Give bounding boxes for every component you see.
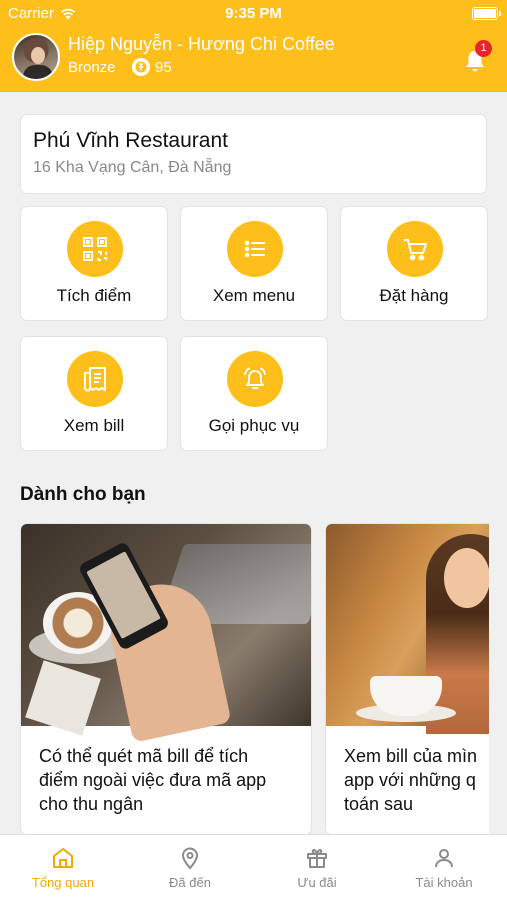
- restaurant-name: Phú Vĩnh Restaurant: [33, 129, 228, 152]
- home-icon: [53, 848, 73, 868]
- user-name[interactable]: Hiệp Nguyễn - Hương Chi Coffee: [68, 34, 335, 55]
- avatar[interactable]: [12, 33, 60, 81]
- location-pin-icon: [181, 847, 199, 870]
- promo-image: [326, 524, 489, 734]
- action-label: Xem menu: [212, 286, 296, 305]
- action-label: Tích điểm: [56, 286, 132, 305]
- section-title: Dành cho bạn: [20, 484, 146, 505]
- promo-text: Xem bill của mìn app với những q toán sa…: [344, 746, 478, 814]
- coin-icon: [132, 58, 150, 76]
- restaurant-card[interactable]: Phú Vĩnh Restaurant 16 Kha Vạng Cân, Đà …: [20, 114, 487, 194]
- action-dat-hang[interactable]: Đặt hàng: [340, 206, 488, 321]
- tab-da-den[interactable]: Đã đến: [127, 835, 253, 900]
- tab-label: Đã đến: [169, 875, 211, 890]
- action-tich-diem[interactable]: Tích điểm: [20, 206, 168, 321]
- app-header: Carrier 9:35 PM Hiệp Nguyễn - Hương Chi …: [0, 0, 507, 92]
- battery-icon: [472, 7, 501, 20]
- notification-badge: 1: [475, 40, 492, 57]
- promo-card[interactable]: Có thể quét mã bill để tích điểm ngoài v…: [20, 523, 312, 835]
- tab-label: Tổng quan: [31, 875, 95, 890]
- points-value: 95: [155, 59, 172, 76]
- status-time: 9:35 PM: [225, 5, 282, 22]
- member-tier: Bronze: [68, 59, 116, 76]
- action-label: Gọi phục vụ: [208, 416, 300, 435]
- tab-label: Tài khoản: [415, 875, 473, 890]
- action-label: Đặt hàng: [379, 286, 449, 305]
- action-label: Xem bill: [63, 416, 125, 435]
- user-icon: [435, 849, 453, 868]
- promo-text: Có thể quét mã bill để tích điểm ngoài v…: [39, 746, 267, 814]
- promo-card[interactable]: Xem bill của mìn app với những q toán sa…: [325, 523, 489, 835]
- qr-code-icon: [67, 221, 123, 277]
- restaurant-address: 16 Kha Vạng Cân, Đà Nẵng: [33, 159, 232, 176]
- status-bar: Carrier 9:35 PM: [0, 0, 507, 28]
- cart-icon: [387, 221, 443, 277]
- menu-list-icon: [227, 221, 283, 277]
- tab-tong-quan[interactable]: Tổng quan: [0, 835, 126, 900]
- promo-image: [21, 524, 311, 743]
- tab-label: Ưu đãi: [297, 875, 337, 890]
- service-bell-icon: [227, 351, 283, 407]
- tab-uu-dai[interactable]: Ưu đãi: [254, 835, 380, 900]
- action-xem-menu[interactable]: Xem menu: [180, 206, 328, 321]
- bottom-tab-bar: Tổng quan Đã đến Ưu đãi Tài khoản: [0, 834, 507, 900]
- tab-tai-khoan[interactable]: Tài khoản: [381, 835, 507, 900]
- action-goi-phuc-vu[interactable]: Gọi phục vụ: [180, 336, 328, 451]
- gift-icon: [307, 848, 327, 868]
- bill-icon: [67, 351, 123, 407]
- action-xem-bill[interactable]: Xem bill: [20, 336, 168, 451]
